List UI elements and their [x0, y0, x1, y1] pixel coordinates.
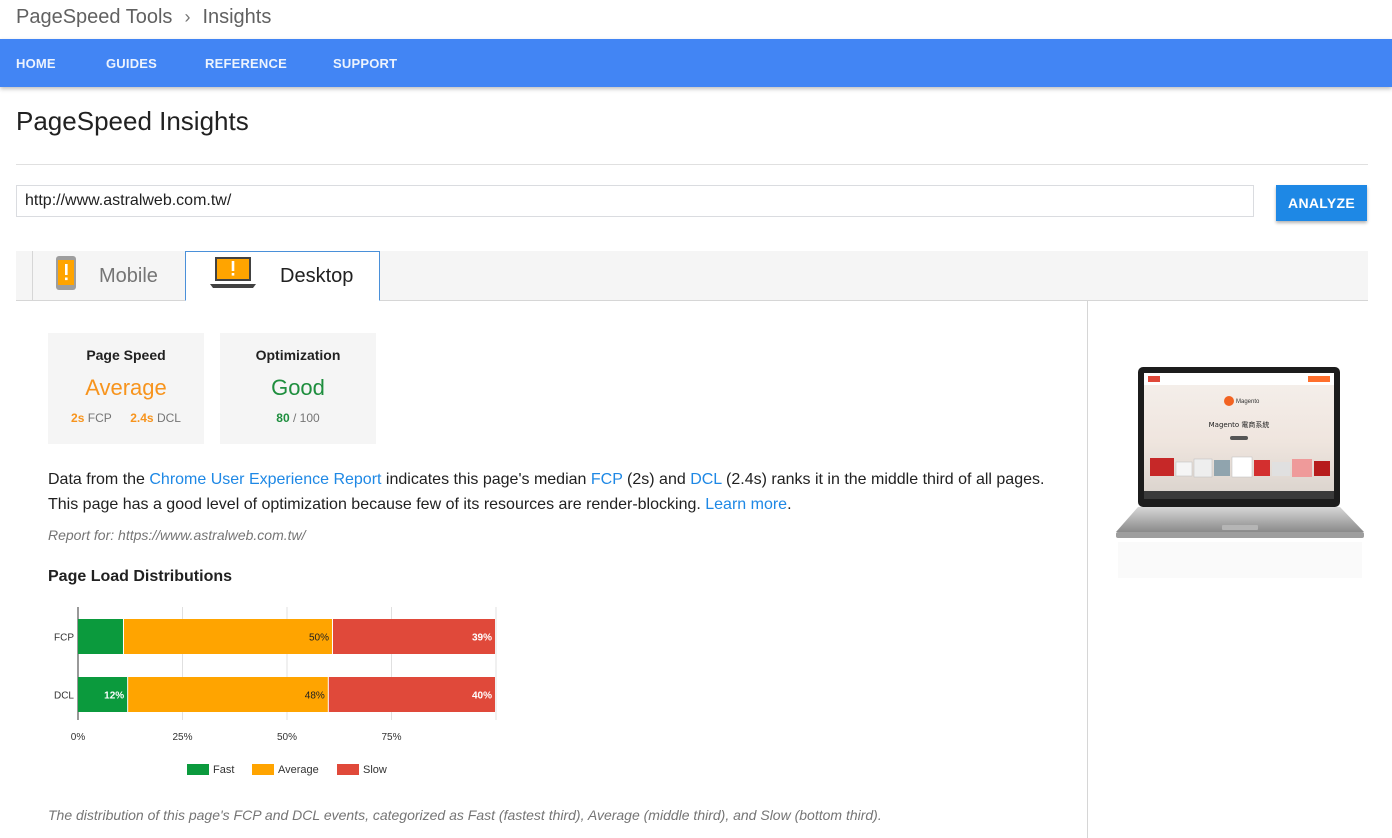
- data-label: 50%: [309, 633, 329, 644]
- breadcrumb-root[interactable]: PageSpeed Tools: [16, 6, 172, 29]
- summary-text: Data from the Chrome User Experience Rep…: [48, 467, 1078, 517]
- page-speed-card: Page Speed Average 2s FCP 2.4s DCL: [48, 333, 204, 444]
- bar-fast-fcp: [78, 619, 123, 654]
- data-label: 48%: [305, 691, 325, 702]
- legend-swatch: [187, 764, 209, 775]
- page-speed-value: Average: [85, 375, 167, 400]
- summary-part: Data from the: [48, 471, 150, 488]
- x-tick-label: 75%: [381, 732, 401, 743]
- report-for: Report for: https://www.astralweb.com.tw…: [48, 527, 306, 543]
- legend-label: Average: [278, 764, 319, 776]
- breadcrumb: PageSpeed Tools › Insights: [16, 4, 271, 30]
- page-title: PageSpeed Insights: [16, 106, 249, 136]
- page-speed-label: Page Speed: [86, 347, 166, 363]
- dcl-value: 2.4s: [130, 411, 154, 425]
- nav-support[interactable]: SUPPORT: [333, 56, 397, 71]
- desktop-warning-icon: [210, 256, 256, 296]
- nav-guides[interactable]: GUIDES: [106, 56, 157, 71]
- x-tick-label: 25%: [172, 732, 192, 743]
- tab-desktop-label: Desktop: [280, 264, 354, 287]
- optimization-score-value: 80: [276, 411, 290, 425]
- divider: [1087, 301, 1088, 838]
- legend-swatch: [252, 764, 274, 775]
- top-nav: HOME GUIDES REFERENCE SUPPORT: [0, 39, 1392, 87]
- breadcrumb-current: Insights: [202, 5, 272, 28]
- bar-average-fcp: [123, 619, 332, 654]
- summary-part: (2s) and: [622, 471, 691, 488]
- legend-label: Fast: [213, 764, 234, 776]
- analyze-button[interactable]: ANALYZE: [1276, 185, 1367, 221]
- tab-mobile[interactable]: Mobile: [32, 251, 186, 301]
- preview-heading: Magento 電商系統: [1209, 420, 1270, 429]
- legend-label: Slow: [363, 764, 387, 776]
- data-label: 39%: [472, 633, 492, 644]
- optimization-card: Optimization Good 80 / 100: [220, 333, 376, 444]
- summary-part: .: [787, 496, 792, 513]
- x-tick-label: 50%: [277, 732, 297, 743]
- fcp-label: FCP: [87, 411, 112, 425]
- fcp-link[interactable]: FCP: [591, 471, 623, 488]
- nav-reference[interactable]: REFERENCE: [205, 56, 287, 71]
- bar-slow-fcp: [332, 619, 495, 654]
- category-label: DCL: [54, 691, 74, 702]
- bar-slow-dcl: [328, 677, 495, 712]
- dcl-link[interactable]: DCL: [690, 471, 721, 488]
- bar-average-dcl: [128, 677, 328, 712]
- optimization-score-max: / 100: [293, 411, 320, 425]
- fcp-value: 2s: [71, 411, 85, 425]
- data-label: 40%: [472, 691, 492, 702]
- preview-brand: Magento: [1236, 399, 1260, 405]
- url-input[interactable]: [16, 185, 1254, 217]
- data-label: 12%: [104, 691, 124, 702]
- optimization-label: Optimization: [255, 347, 341, 363]
- x-tick-label: 0%: [71, 732, 86, 743]
- category-label: FCP: [54, 633, 74, 644]
- optimization-value: Good: [271, 375, 325, 400]
- distribution-title: Page Load Distributions: [48, 568, 233, 585]
- distribution-caption: The distribution of this page's FCP and …: [48, 807, 882, 823]
- page-speed-metrics: 2s FCP 2.4s DCL: [48, 411, 204, 425]
- desktop-screenshot-preview: Magento Magento 電商系統: [1116, 367, 1364, 578]
- summary-part: indicates this page's median: [381, 471, 591, 488]
- learn-more-link[interactable]: Learn more: [705, 496, 787, 513]
- crux-report-link[interactable]: Chrome User Experience Report: [149, 471, 381, 488]
- mobile-warning-icon: [55, 255, 77, 297]
- divider: [16, 164, 1368, 165]
- nav-home[interactable]: HOME: [16, 56, 56, 71]
- legend-swatch: [337, 764, 359, 775]
- tab-desktop[interactable]: Desktop: [185, 251, 380, 301]
- breadcrumb-separator-icon: ›: [184, 6, 191, 27]
- page-load-distribution-chart: 0% 25% 50% 75% FCP 50% 39% DCL 12% 48% 40% Fast Aver…: [54, 607, 497, 776]
- optimization-score: 80 / 100: [220, 411, 376, 425]
- device-tabs: Mobile Desktop: [16, 251, 1368, 301]
- tab-mobile-label: Mobile: [99, 264, 158, 287]
- dcl-label: DCL: [156, 411, 181, 425]
